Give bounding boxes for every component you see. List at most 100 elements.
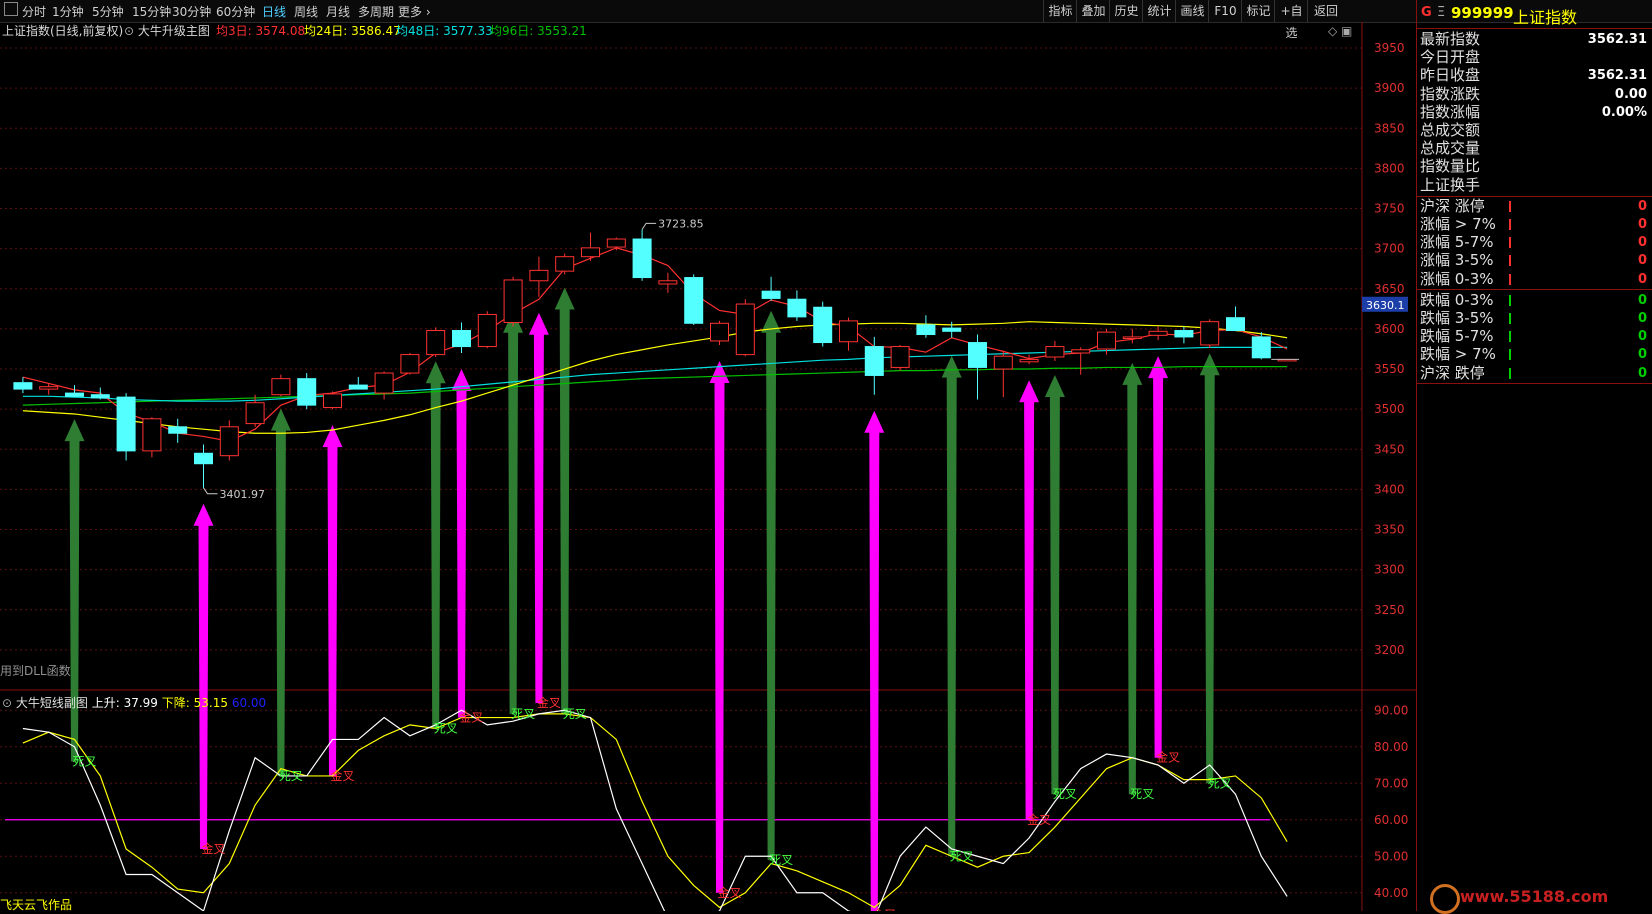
candle-body [658, 280, 678, 285]
dll-note: 用到DLL函数 [0, 664, 71, 678]
dead-cross-label: 死叉 [769, 853, 793, 867]
price-tick-label: 3450 [1374, 442, 1405, 456]
signal-arrow [1148, 356, 1169, 758]
quote-value: 0.00% [1601, 104, 1647, 120]
signal-arrow [1044, 374, 1065, 795]
stat-bar [1509, 219, 1511, 230]
up-stat-label: 涨幅 3-5% [1420, 251, 1494, 270]
menu-icon[interactable]: Ξ [1437, 5, 1445, 20]
candle-body [916, 324, 936, 336]
divider [1417, 288, 1652, 290]
quote-row: 总成交量 [1417, 139, 1652, 158]
stat-bar [1509, 313, 1511, 324]
dead-cross-label: 死叉 [563, 707, 587, 721]
down-stat-value: 0 [1637, 311, 1647, 326]
quote-label: 指数量比 [1420, 157, 1481, 176]
up-stat-value: 0 [1637, 198, 1647, 214]
stat-bar [1509, 200, 1511, 212]
signal-arrow [1019, 380, 1040, 820]
down-stat-value: 0 [1637, 329, 1647, 345]
osc-up-value: 上升: 37.99 [91, 696, 158, 710]
candle-body [735, 303, 755, 356]
quote-panel: G Ξ 999999 上证指数 最新指数 3562.31 今日开盘 昨日收盘 3562.… [1416, 0, 1652, 911]
quote-row: 上证换手 [1417, 176, 1652, 195]
osc-legend: ⊙ 大牛短线副图 上升: 37.99 下降: 53.15 60.00 [2, 694, 266, 712]
candle-body [452, 330, 471, 348]
candle-body [90, 394, 110, 399]
candle-body [1045, 346, 1065, 358]
up-stat-row: 涨幅 > 7% 0 [1417, 215, 1652, 234]
price-tick-label: 3800 [1374, 161, 1405, 175]
osc-tick-label: 80.00 [1374, 740, 1408, 754]
down-stat-label: 沪深 跌停 [1420, 363, 1485, 382]
candle-body [684, 277, 704, 324]
candle-body [65, 392, 84, 397]
candle-body [426, 330, 446, 356]
candle-body [1071, 349, 1091, 354]
candle-body [116, 396, 136, 452]
down-stat-row: 跌幅 3-5% 0 [1417, 309, 1652, 328]
candle-body [39, 386, 59, 390]
candle-body [1200, 321, 1220, 346]
down-stat-label: 跌幅 3-5% [1420, 309, 1494, 327]
candle-body [1226, 317, 1245, 332]
osc-level-value: 60.00 [231, 696, 267, 710]
quote-row: 指数涨幅 0.00% [1417, 103, 1652, 122]
down-stat-row: 跌幅 > 7% 0 [1417, 345, 1652, 364]
down-stat-row: 跌幅 0-3% 0 [1417, 291, 1652, 310]
price-tick-label: 3400 [1374, 482, 1405, 496]
price-tick-label: 3300 [1374, 563, 1405, 577]
quote-label: 总成交额 [1420, 121, 1481, 139]
up-stat-label: 涨幅 0-3% [1420, 269, 1494, 288]
signal-arrow [709, 360, 730, 893]
candle-body [194, 452, 213, 465]
up-stat-value: 0 [1637, 271, 1647, 287]
osc-tick-label: 50.00 [1374, 849, 1408, 863]
price-tick-label: 3850 [1374, 121, 1405, 135]
candle-body [787, 298, 807, 318]
osc-tick-label: 60.00 [1374, 813, 1408, 827]
quote-label: 总成交量 [1420, 139, 1481, 158]
candle-body [942, 327, 962, 332]
dropdown-icon: ⊙ [2, 696, 13, 710]
up-stat-value: 0 [1637, 235, 1647, 251]
stat-bar [1509, 331, 1511, 343]
quote-label: 最新指数 [1420, 30, 1481, 48]
candle-body [632, 238, 652, 279]
candle-body [864, 346, 884, 376]
up-stat-label: 沪深 涨停 [1420, 196, 1485, 215]
quote-value: 3562.31 [1587, 32, 1647, 47]
price-tick-label: 3500 [1374, 402, 1405, 416]
candle-body [968, 342, 987, 368]
signal-arrow [761, 310, 782, 860]
quote-value: 0.00 [1614, 86, 1647, 102]
price-tick-label: 3750 [1374, 202, 1405, 216]
golden-cross-label: 金叉 [331, 768, 355, 783]
osc-tick-label: 90.00 [1374, 703, 1408, 717]
signal-arrow [451, 368, 472, 718]
quote-label: 上证换手 [1420, 175, 1481, 194]
golden-cross-label: 金叉 [1027, 812, 1051, 827]
kline-chart[interactable]: 3950 3900 3850 3800 3750 3700 3650 3600 3550 3500… [0, 0, 1416, 911]
signal-arrow [322, 425, 343, 776]
dead-cross-label: 死叉 [1208, 776, 1232, 790]
price-tick-label: 3600 [1374, 322, 1405, 336]
osc-up-line [22, 709, 1288, 911]
up-stat-row: 涨幅 0-3% 0 [1417, 270, 1652, 289]
candle-body [219, 426, 239, 457]
stat-bar [1509, 255, 1511, 267]
price-tag-label: 3630.1 [1366, 299, 1405, 312]
down-stat-value: 0 [1637, 292, 1647, 308]
candle-body [477, 313, 497, 348]
candle-body [13, 382, 33, 390]
quote-label: 昨日收盘 [1420, 66, 1481, 85]
quote-label: 指数涨幅 [1420, 102, 1481, 121]
candle-body [1251, 336, 1271, 359]
candle-body [323, 393, 342, 409]
candle-body [839, 320, 858, 343]
ma48-line [22, 346, 1288, 402]
up-stat-value: 0 [1637, 217, 1647, 232]
quote-row: 昨日收盘 3562.31 [1417, 66, 1652, 85]
up-stat-label: 涨幅 > 7% [1420, 215, 1496, 233]
golden-cross-label: 金叉 [872, 907, 896, 911]
